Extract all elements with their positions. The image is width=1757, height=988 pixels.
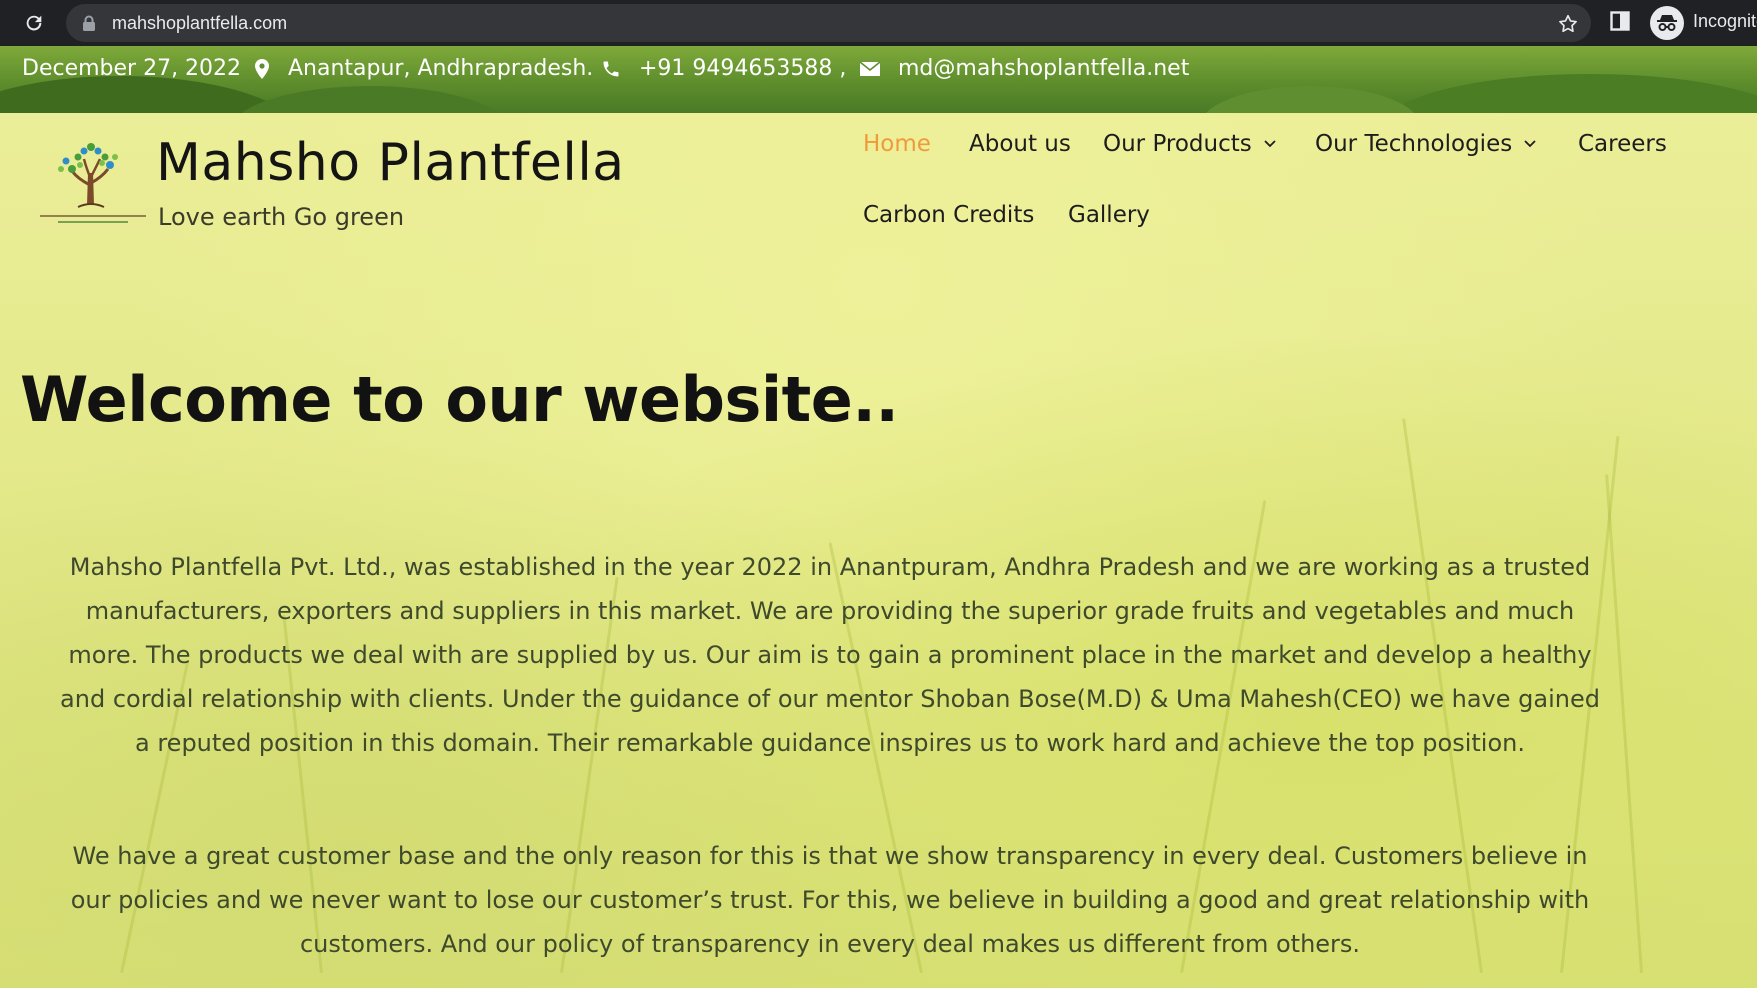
location-item: Anantapur, Andhrapradesh. [254, 56, 593, 81]
nav-carbon-credits[interactable]: Carbon Credits [863, 202, 1034, 228]
chevron-down-icon [1264, 140, 1276, 148]
incognito-label[interactable]: Incognito [1693, 11, 1757, 32]
date-item: December 27, 2022 [22, 56, 241, 81]
date-text: December 27, 2022 [22, 56, 242, 81]
address-bar[interactable]: mahshoplantfella.com [66, 4, 1591, 42]
side-panel-icon[interactable] [1610, 11, 1632, 33]
nav-about[interactable]: About us [969, 131, 1071, 157]
email-item[interactable]: md@mahshoplantfella.net [860, 56, 1189, 81]
nav-our-technologies-label: Our Technologies [1315, 131, 1513, 157]
incognito-icon[interactable] [1650, 6, 1684, 40]
chevron-down-icon [1524, 140, 1536, 148]
nav-our-products[interactable]: Our Products [1103, 131, 1276, 157]
brand-name[interactable]: Mahsho Plantfella [156, 133, 625, 193]
nav-our-technologies[interactable]: Our Technologies [1315, 131, 1536, 157]
main-page: Mahsho Plantfella Love earth Go green Ho… [0, 113, 1757, 988]
nav-gallery[interactable]: Gallery [1068, 202, 1150, 228]
browser-toolbar: mahshoplantfella.com Incognito [0, 0, 1757, 46]
site-logo[interactable] [38, 135, 148, 235]
url-text[interactable]: mahshoplantfella.com [112, 13, 287, 34]
foliage-decoration [1380, 74, 1757, 113]
mail-icon [860, 60, 880, 76]
reload-icon[interactable] [20, 9, 48, 37]
nav-our-products-label: Our Products [1103, 131, 1252, 157]
nav-home[interactable]: Home [863, 131, 931, 157]
welcome-heading: Welcome to our website.. [20, 363, 899, 436]
nav-careers[interactable]: Careers [1578, 131, 1667, 157]
phone-item[interactable]: +91 9494653588 , [601, 56, 846, 81]
grass-decoration [1605, 474, 1643, 974]
top-info-bar: December 27, 2022 Anantapur, Andhraprade… [0, 46, 1757, 113]
location-pin-icon [255, 58, 269, 79]
email-text[interactable]: md@mahshoplantfella.net [898, 56, 1189, 81]
location-text: Anantapur, Andhrapradesh. [288, 56, 594, 81]
star-icon[interactable] [1557, 13, 1579, 35]
lock-icon[interactable] [82, 15, 98, 31]
tagline: Love earth Go green [158, 203, 405, 231]
customer-paragraph: We have a great customer base and the on… [70, 842, 1590, 958]
foliage-decoration [230, 86, 510, 113]
intro-paragraph: Mahsho Plantfella Pvt. Ltd., was establi… [60, 553, 1600, 757]
phone-text[interactable]: +91 9494653588 , [639, 56, 846, 81]
phone-icon [603, 61, 619, 76]
foliage-decoration [1200, 86, 1420, 113]
